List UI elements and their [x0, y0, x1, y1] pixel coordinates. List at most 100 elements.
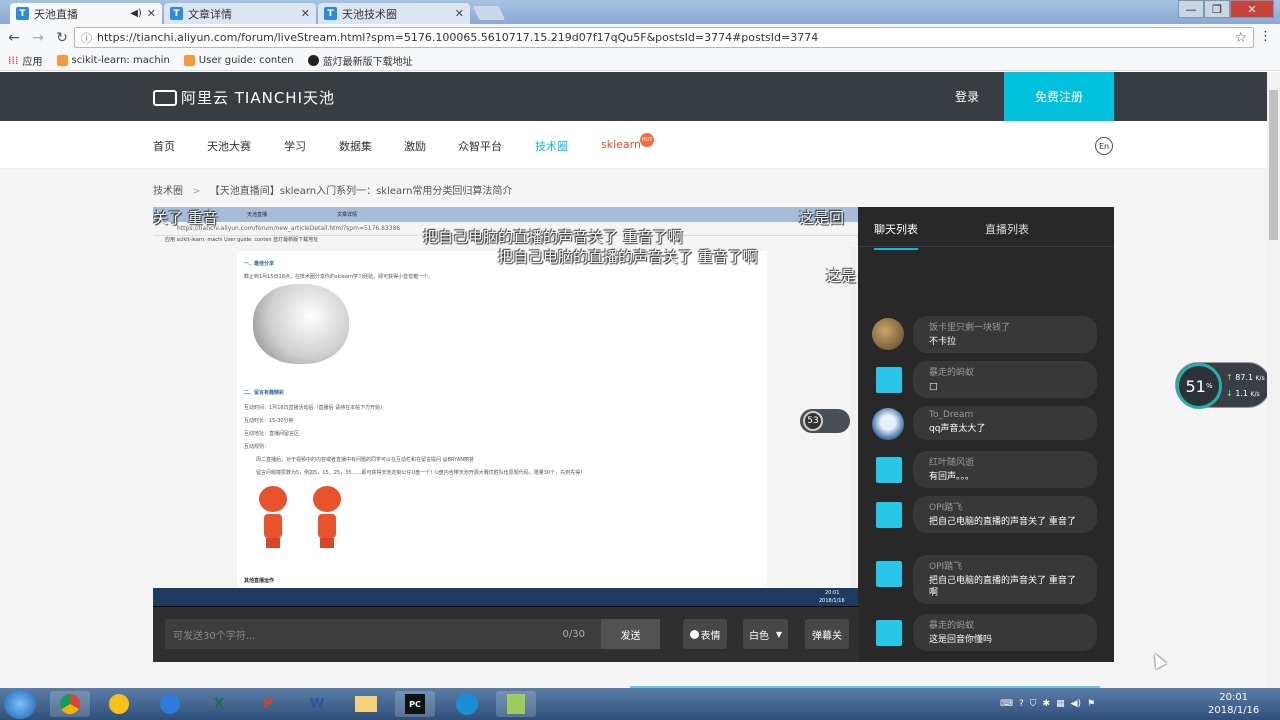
nav-tech-circle[interactable]: 技术圈	[535, 138, 568, 154]
send-button[interactable]: 发送	[601, 619, 660, 649]
tab-live-list[interactable]: 直播列表	[985, 221, 1029, 237]
volume-icon[interactable]: ◀)	[1071, 699, 1081, 709]
chat-username: 红叶随风逝	[929, 458, 975, 468]
close-tab-icon[interactable]: ✕	[301, 7, 310, 20]
percent-value: 51	[1185, 376, 1206, 396]
launcher-icon[interactable]	[99, 691, 139, 717]
tianchi-logo[interactable]: 阿里云 TIANCHI天池	[153, 87, 335, 108]
bookmark-item[interactable]: scikit-learn: machin	[56, 55, 170, 66]
keyboard-icon[interactable]: ⌨	[1000, 699, 1013, 709]
browser-tab-title: 天池技术圈	[342, 7, 397, 21]
danmu-text: 把自己电脑的直播的声音关了 重音了啊	[423, 228, 683, 246]
breadcrumb-root[interactable]: 技术圈	[153, 186, 183, 197]
inner-tab-title: 文章详情	[337, 212, 358, 218]
danmu-placeholder: 可发送30个字符...	[173, 630, 256, 642]
media-player-icon[interactable]	[447, 691, 487, 717]
excel-icon[interactable]: X	[199, 691, 239, 717]
chat-text: □	[929, 382, 938, 392]
live-video-player[interactable]: 天池直播 文章详情 https://tianchi.aliyun.com/for…	[153, 207, 858, 662]
chat-username: 饭卡里只剩一块钱了	[929, 323, 1011, 333]
danmu-input[interactable]: 可发送30个字符... 0/30	[165, 619, 601, 649]
chat-username: 暴走的蚂蚁	[929, 368, 975, 378]
page-info-icon[interactable]: ⓘ	[81, 30, 92, 46]
chat-text: 不卡拉	[929, 337, 957, 347]
language-switch-icon[interactable]: En	[1095, 137, 1113, 155]
inner-net-meter: 53	[800, 409, 850, 433]
browser-tab[interactable]: T 天池直播 ◀) ✕	[10, 3, 162, 24]
inner-text: 互动规则：	[244, 444, 270, 450]
login-link[interactable]: 登录	[955, 88, 979, 105]
nav-incentive[interactable]: 激励	[404, 138, 426, 154]
upload-speed: ↑ 87.1 K/s	[1226, 373, 1265, 382]
chat-bubble: To_Dream qq声音太大了	[913, 406, 1097, 440]
tab-chat-list[interactable]: 聊天列表	[874, 221, 918, 250]
minimize-icon[interactable]: —	[1178, 0, 1204, 18]
chat-bubble: 饭卡里只剩一块钱了 不卡拉	[913, 316, 1097, 353]
page-scrollbar[interactable]	[1267, 72, 1280, 688]
pycharm-icon[interactable]: PC	[395, 691, 435, 717]
close-tab-icon[interactable]: ✕	[455, 7, 464, 20]
danmu-toggle-button[interactable]: 弹幕关	[805, 619, 849, 649]
nav-platform[interactable]: 众智平台	[458, 138, 502, 154]
color-select[interactable]: 白色 ▼	[743, 619, 788, 649]
nav-datasets[interactable]: 数据集	[339, 138, 372, 154]
inner-text: 互动时长：15-30分钟	[244, 418, 294, 424]
emoji-button[interactable]: 表情	[683, 619, 727, 649]
bookmark-item[interactable]: User guide: conten	[183, 55, 294, 66]
register-button[interactable]: 免费注册	[1004, 72, 1114, 121]
mute-icon[interactable]: ◀)	[130, 8, 142, 19]
tianchi-favicon-icon: T	[170, 7, 183, 20]
bookmarks-bar: ⁞⁞⁞ 应用 scikit-learn: machin User guide: …	[0, 51, 1280, 71]
inner-text: 互动地址：直播间留言区	[244, 431, 300, 437]
percent-unit: %	[1205, 382, 1213, 390]
maximize-icon[interactable]: ❐	[1204, 0, 1230, 18]
avatar	[876, 620, 902, 646]
network-icon[interactable]: ▦	[1056, 699, 1065, 709]
back-arrow-icon[interactable]: ←	[4, 30, 24, 46]
browser-tab-title: 文章详情	[188, 7, 232, 21]
download-value: 1.1	[1235, 389, 1248, 398]
scrollbar-thumb[interactable]	[1269, 90, 1278, 240]
aliyun-logo-icon	[153, 89, 177, 106]
browser-tab[interactable]: T 文章详情 ✕	[164, 3, 316, 24]
notes-icon[interactable]	[150, 691, 190, 717]
nav-competition[interactable]: 天池大赛	[207, 138, 251, 154]
nav-sklearn[interactable]: sklearn	[601, 138, 641, 151]
chrome-icon[interactable]	[50, 691, 90, 717]
nav-learn[interactable]: 学习	[284, 138, 306, 154]
speaker-product-image	[253, 284, 349, 364]
bookmark-star-icon[interactable]: ☆	[1234, 30, 1247, 46]
apps-grid-icon: ⁞⁞⁞	[8, 54, 19, 67]
close-window-icon[interactable]: ✕	[1230, 0, 1274, 18]
tianchi-favicon-icon: T	[16, 7, 29, 20]
chat-bubble: OPI踏飞 把自己电脑的直播的声音关了 重音了啊	[913, 555, 1097, 604]
bookmark-apps[interactable]: ⁞⁞⁞ 应用	[8, 53, 43, 68]
powerpoint-icon[interactable]: P	[248, 691, 288, 717]
chart-app-icon[interactable]	[496, 691, 536, 717]
avatar	[872, 318, 904, 350]
reload-icon[interactable]: ↻	[52, 30, 72, 46]
help-icon[interactable]: ?	[1019, 699, 1024, 709]
new-tab-button[interactable]	[472, 6, 506, 20]
nav-home[interactable]: 首页	[153, 138, 175, 154]
start-button[interactable]	[4, 689, 36, 719]
shield-icon[interactable]: ⛉	[1030, 699, 1037, 709]
word-icon[interactable]: W	[297, 691, 337, 717]
browser-tab[interactable]: T 天池技术圈 ✕	[318, 3, 470, 24]
file-explorer-icon[interactable]	[346, 691, 386, 717]
avatar	[876, 502, 902, 528]
robot-usb-image	[259, 486, 287, 552]
net-speed-widget[interactable]: 51% ↑ 87.1 K/s ↓ 1.1 K/s	[1175, 362, 1271, 409]
forward-arrow-icon[interactable]: →	[28, 30, 48, 46]
url-field[interactable]: ⓘ https://tianchi.aliyun.com/forum/liveS…	[74, 27, 1254, 48]
bookmark-item[interactable]: 蓝灯最新版下载地址	[307, 53, 413, 68]
taskbar-clock[interactable]: 20:01 2018/1/16	[1208, 691, 1259, 717]
browser-menu-icon[interactable]: ⋮	[1259, 29, 1272, 44]
chat-message: 暴走的蚂蚁 这是回音你懂吗	[872, 614, 1098, 652]
color-label: 白色	[749, 630, 769, 642]
flag-icon[interactable]: ⚑	[1087, 699, 1095, 709]
avatar	[876, 561, 902, 587]
close-tab-icon[interactable]: ✕	[147, 7, 156, 20]
hot-badge: HOT	[640, 133, 654, 147]
bluetooth-icon[interactable]: ✱	[1043, 699, 1051, 709]
